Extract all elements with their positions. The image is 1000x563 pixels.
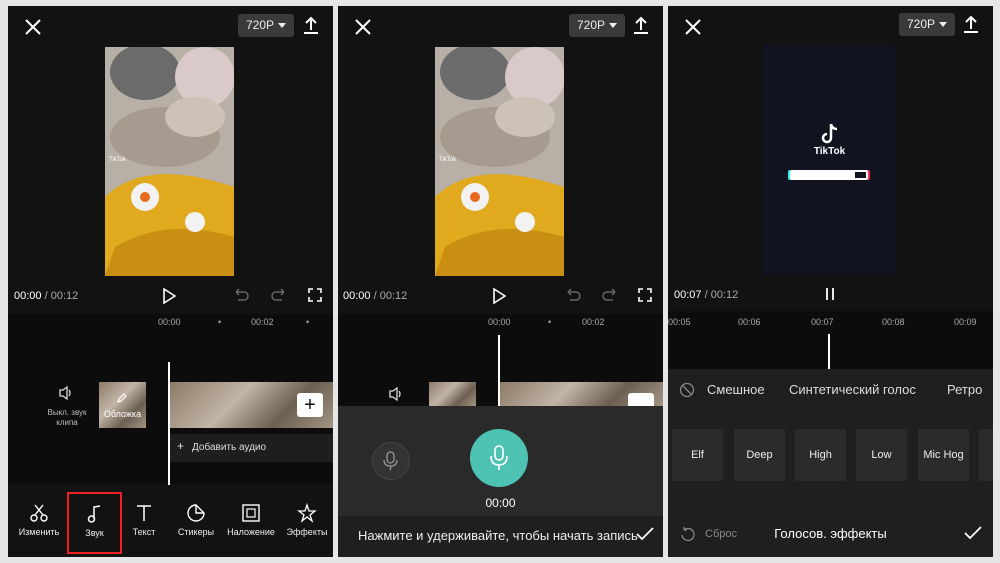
resolution-select[interactable]: 720P xyxy=(238,14,295,37)
overlay-icon xyxy=(242,504,260,522)
ruler-mark: 00:06 xyxy=(738,317,761,327)
record-hint: Нажмите и удерживайте, чтобы начать запи… xyxy=(358,528,638,543)
cover-button[interactable] xyxy=(429,382,476,406)
close-icon[interactable] xyxy=(682,16,704,38)
no-effect-icon[interactable] xyxy=(679,382,695,398)
video-watermark: TikTok xyxy=(439,157,457,163)
tab-funny[interactable]: Смешное xyxy=(707,382,765,397)
sheet-title: Голосов. эффекты xyxy=(774,526,887,541)
play-icon[interactable] xyxy=(492,288,506,304)
playback-time: 00:00 / 00:12 xyxy=(14,290,79,302)
tiktok-label: TikTok xyxy=(813,146,846,157)
confirm-check-icon[interactable] xyxy=(964,526,982,540)
mute-clip-label[interactable]: Выкл. звук клипа xyxy=(42,408,92,428)
pause-icon[interactable] xyxy=(823,287,837,301)
video-preview: TikTok xyxy=(105,47,234,276)
tool-label: Эффекты xyxy=(286,527,328,537)
effect-next[interactable] xyxy=(979,429,993,481)
undo-icon[interactable] xyxy=(564,288,582,302)
music-note-icon xyxy=(87,505,100,523)
ruler-mark: 00:05 xyxy=(668,317,691,327)
mic-settings-icon xyxy=(383,451,398,470)
effect-low[interactable]: Low xyxy=(856,429,907,481)
text-icon xyxy=(137,505,151,521)
ruler-mark: 00:07 xyxy=(811,317,834,327)
cover-button[interactable]: Обложка xyxy=(99,382,146,428)
tool-edit[interactable]: Изменить xyxy=(14,503,64,537)
record-button[interactable] xyxy=(470,429,528,487)
tool-sound[interactable]: Звук xyxy=(67,492,122,554)
export-icon[interactable] xyxy=(632,15,650,35)
ruler-mark: 00:02 xyxy=(251,317,274,327)
tool-label: Звук xyxy=(85,528,104,538)
ruler-mark: 00:09 xyxy=(954,317,977,327)
editor-panel-voice-effects: 720P TikTok 00:07 / 00:12 00:05 00:06 00… xyxy=(668,6,993,557)
tool-overlay[interactable]: Наложение xyxy=(223,503,279,537)
microphone-icon xyxy=(490,445,508,470)
play-icon[interactable] xyxy=(162,288,176,304)
tool-effects[interactable]: Эффекты xyxy=(282,503,332,537)
playhead[interactable] xyxy=(828,334,830,369)
ruler-mark: 00:02 xyxy=(582,317,605,327)
tool-label: Стикеры xyxy=(177,527,215,537)
plus-icon: + xyxy=(177,439,185,453)
cover-label: Обложка xyxy=(103,409,142,419)
playback-time: 00:07 / 00:12 xyxy=(674,289,739,301)
video-preview: TikTok xyxy=(764,44,895,275)
tool-text[interactable]: Текст xyxy=(120,503,168,537)
effect-deep[interactable]: Deep xyxy=(734,429,785,481)
scissors-icon xyxy=(30,504,48,522)
sticker-icon xyxy=(187,504,205,522)
fullscreen-icon[interactable] xyxy=(638,288,652,302)
undo-icon[interactable] xyxy=(232,288,250,302)
tiktok-logo-icon xyxy=(821,123,838,144)
playhead[interactable] xyxy=(168,362,170,485)
export-icon[interactable] xyxy=(302,15,320,35)
redo-icon[interactable] xyxy=(601,288,619,302)
fullscreen-icon[interactable] xyxy=(308,288,322,302)
effect-high[interactable]: High xyxy=(795,429,846,481)
export-icon[interactable] xyxy=(962,14,980,34)
confirm-check-icon[interactable] xyxy=(636,527,654,541)
add-audio-label: Добавить аудио xyxy=(192,442,267,453)
effects-icon xyxy=(297,503,317,523)
video-preview: TikTok xyxy=(435,47,564,276)
add-clip-button[interactable] xyxy=(628,393,654,406)
ruler-mark: 00:08 xyxy=(882,317,905,327)
mic-toggle-button[interactable] xyxy=(372,442,410,480)
record-time: 00:00 xyxy=(485,496,516,510)
effect-mic-hog[interactable]: Mic Hog xyxy=(918,429,969,481)
video-watermark: TikTok xyxy=(109,157,127,163)
tab-synthetic-voice[interactable]: Синтетический голос xyxy=(789,382,916,397)
tool-label: Наложение xyxy=(227,527,275,537)
resolution-select[interactable]: 720P xyxy=(569,14,626,37)
add-clip-button[interactable]: + xyxy=(297,393,323,417)
speaker-icon[interactable] xyxy=(388,386,404,402)
playback-time: 00:00 / 00:12 xyxy=(343,290,408,302)
resolution-select[interactable]: 720P xyxy=(899,13,956,36)
playhead[interactable] xyxy=(498,335,500,406)
speaker-icon[interactable] xyxy=(58,385,74,401)
category-tabs: Смешное Синтетический голос Ретро xyxy=(706,382,993,400)
editor-panel-sound: 720P TikTok 00:00 / 00:12 00:00 00:02 • … xyxy=(8,6,333,557)
tool-label: Текст xyxy=(132,527,156,537)
tab-retro[interactable]: Ретро xyxy=(947,382,982,397)
effect-elf[interactable]: Elf xyxy=(672,429,723,481)
loading-bar xyxy=(790,170,868,180)
close-icon[interactable] xyxy=(22,16,44,38)
ruler-mark: 00:00 xyxy=(158,317,181,327)
tool-label: Изменить xyxy=(18,527,60,537)
editor-panel-voiceover: 720P TikTok 00:00 / 00:12 00:00 00:02 • xyxy=(338,6,663,557)
tool-stickers[interactable]: Стикеры xyxy=(171,503,221,537)
close-icon[interactable] xyxy=(352,16,374,38)
ruler-mark: 00:00 xyxy=(488,317,511,327)
redo-icon[interactable] xyxy=(270,288,288,302)
edit-icon xyxy=(117,393,127,403)
add-audio-track[interactable]: + Добавить аудио xyxy=(170,434,333,462)
